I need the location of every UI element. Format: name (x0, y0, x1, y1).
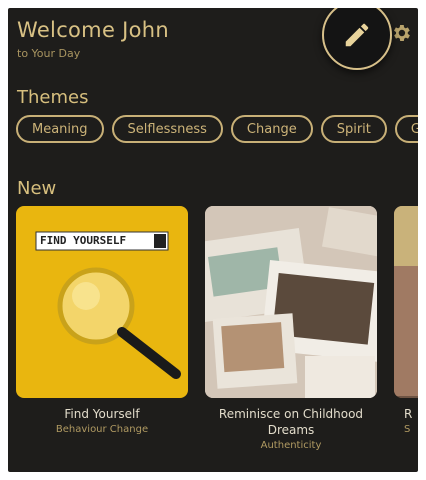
card-image-find-yourself: FIND YOURSELF (16, 206, 188, 398)
card-title: Find Yourself (64, 407, 140, 421)
chip-meaning[interactable]: Meaning (16, 115, 104, 143)
chip-selflessness[interactable]: Selflessness (111, 115, 223, 143)
card-partial[interactable]: R S (394, 206, 418, 451)
themes-heading: Themes (17, 87, 89, 108)
chip-change[interactable]: Change (230, 115, 313, 143)
pencil-icon (345, 23, 369, 47)
card-find-yourself[interactable]: FIND YOURSELF Find Yourself Behaviour Ch… (16, 206, 188, 451)
card-title: Reminisce on Childhood Dreams (218, 407, 364, 437)
card-image-photos (205, 206, 377, 398)
chip-spirit[interactable]: Spirit (320, 115, 387, 143)
edit-button[interactable] (322, 8, 392, 70)
new-heading: New (17, 178, 57, 199)
card-childhood-dreams[interactable]: Reminisce on Childhood Dreams Authentici… (205, 206, 377, 451)
welcome-subtitle: to Your Day (17, 47, 81, 60)
card-image-partial (394, 206, 418, 398)
gear-icon[interactable] (390, 22, 412, 44)
card-tag: S (404, 424, 411, 435)
app-screen: Welcome John to Your Day Themes Meaning … (8, 8, 418, 472)
chip-partial[interactable]: G (394, 115, 418, 143)
card-image-text: FIND YOURSELF (40, 234, 127, 247)
card-tag: Behaviour Change (55, 424, 149, 435)
welcome-title: Welcome John (17, 18, 169, 42)
card-title: R (404, 407, 413, 421)
new-card-list: FIND YOURSELF Find Yourself Behaviour Ch… (16, 206, 418, 451)
theme-chip-list: Meaning Selflessness Change Spirit G (16, 115, 418, 143)
card-tag: Authenticity (260, 440, 322, 451)
